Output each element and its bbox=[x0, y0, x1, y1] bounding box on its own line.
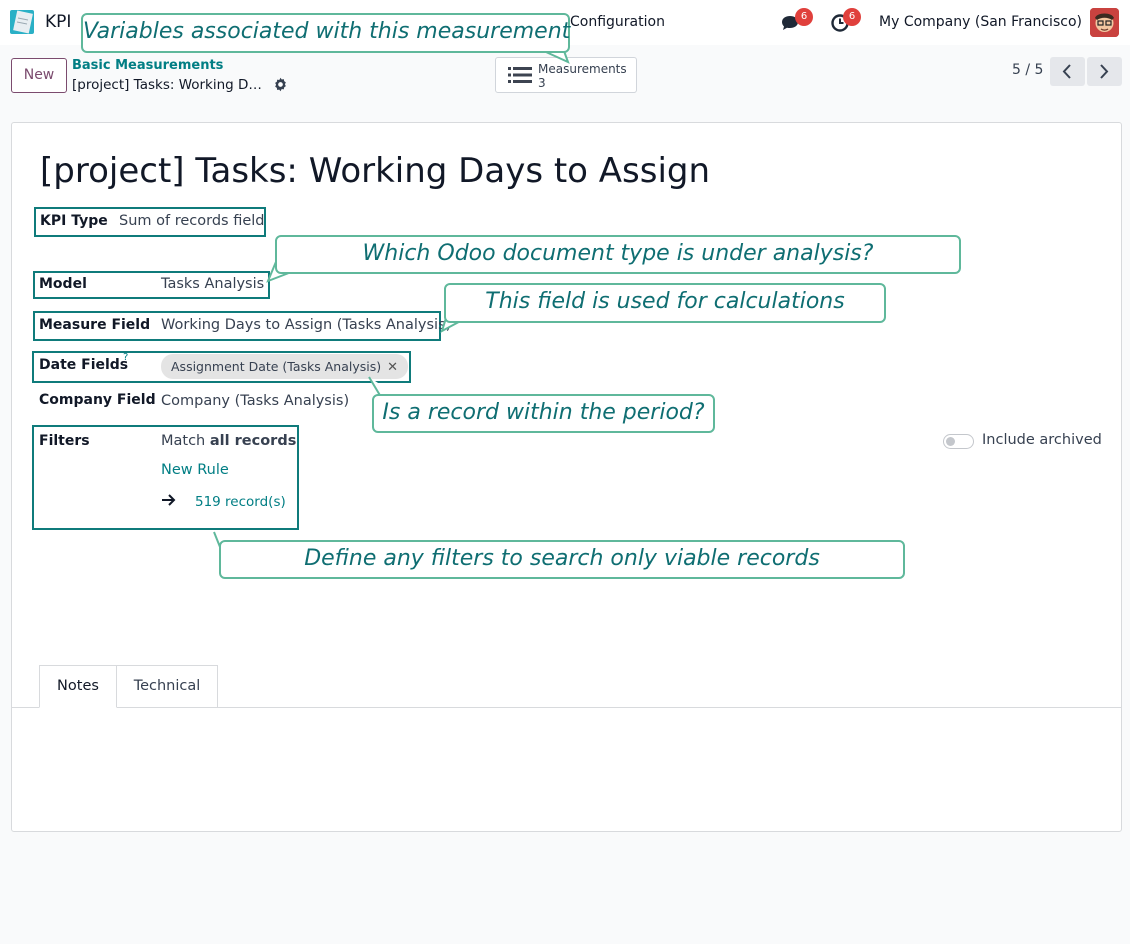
avatar[interactable] bbox=[1090, 8, 1119, 37]
filters-match-prefix: Match bbox=[161, 433, 210, 449]
kpi-app-icon[interactable] bbox=[8, 8, 36, 36]
pager-next-button[interactable] bbox=[1087, 57, 1122, 86]
company-field-label: Company Field bbox=[39, 392, 156, 408]
app-name[interactable]: KPI bbox=[45, 12, 71, 32]
company-switcher[interactable]: My Company (San Francisco) bbox=[879, 14, 1082, 30]
activities-badge: 6 bbox=[843, 8, 861, 26]
gear-icon[interactable] bbox=[273, 77, 288, 92]
callout-filters: Define any filters to search only viable… bbox=[219, 540, 905, 579]
measure-field-label: Measure Field bbox=[39, 317, 151, 333]
pager-value[interactable]: 5 / 5 bbox=[1012, 62, 1043, 78]
chevron-right-icon bbox=[1100, 64, 1109, 79]
pager-previous-button[interactable] bbox=[1050, 57, 1085, 86]
include-archived-toggle[interactable] bbox=[943, 434, 974, 449]
kpi-type-label: KPI Type bbox=[40, 213, 108, 229]
tab-technical[interactable]: Technical bbox=[117, 665, 218, 708]
form-sheet: [project] Tasks: Working Days to Assign … bbox=[11, 122, 1122, 832]
new-rule-link[interactable]: New Rule bbox=[161, 462, 229, 478]
filters-label: Filters bbox=[39, 433, 90, 449]
callout-model: Which Odoo document type is under analys… bbox=[275, 235, 961, 274]
chevron-left-icon bbox=[1062, 64, 1071, 79]
list-icon bbox=[508, 67, 532, 83]
date-field-tag-label: Assignment Date (Tasks Analysis) bbox=[171, 359, 382, 374]
toggle-knob bbox=[946, 437, 955, 446]
date-fields-help[interactable]: ? bbox=[123, 352, 128, 363]
kpi-type-value[interactable]: Sum of records field bbox=[119, 213, 264, 229]
include-archived-label[interactable]: Include archived bbox=[982, 432, 1102, 448]
arrow-right-icon bbox=[162, 494, 176, 506]
messages-badge: 6 bbox=[795, 8, 813, 26]
measure-field-value[interactable]: Working Days to Assign (Tasks Analysis) bbox=[161, 317, 451, 333]
close-icon[interactable]: ✕ bbox=[387, 360, 398, 375]
company-field-value[interactable]: Company (Tasks Analysis) bbox=[161, 393, 349, 409]
filters-match: Match all records bbox=[161, 433, 296, 449]
callout-measure: This field is used for calculations bbox=[444, 283, 886, 323]
new-button[interactable]: New bbox=[11, 58, 67, 93]
filters-match-bold[interactable]: all records bbox=[210, 433, 296, 449]
breadcrumb-parent[interactable]: Basic Measurements bbox=[72, 58, 223, 73]
breadcrumb-current: [project] Tasks: Working D… bbox=[72, 77, 262, 93]
callout-variables: Variables associated with this measureme… bbox=[81, 13, 570, 53]
record-title[interactable]: [project] Tasks: Working Days to Assign bbox=[40, 151, 710, 191]
smart-button-value: 3 bbox=[538, 76, 546, 90]
model-value[interactable]: Tasks Analysis bbox=[161, 276, 264, 292]
callout-period: Is a record within the period? bbox=[372, 394, 715, 433]
tab-notes[interactable]: Notes bbox=[39, 665, 117, 708]
date-fields-label: Date Fields bbox=[39, 357, 129, 373]
record-count-link[interactable]: 519 record(s) bbox=[195, 494, 286, 510]
model-label: Model bbox=[39, 276, 87, 292]
menu-configuration[interactable]: Configuration bbox=[570, 14, 665, 30]
